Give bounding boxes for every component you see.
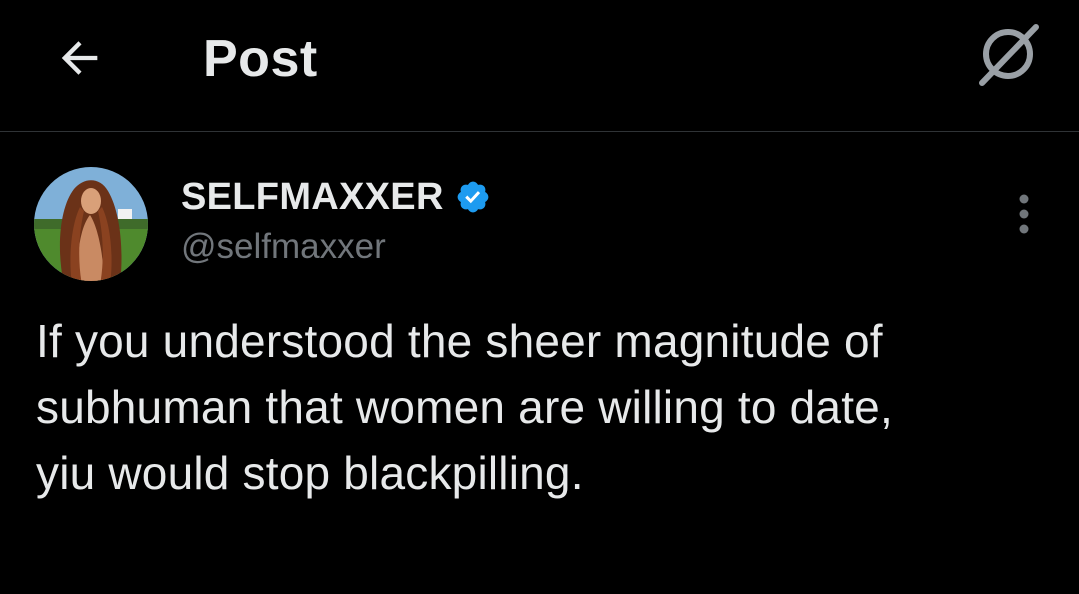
arrow-left-icon bbox=[61, 41, 98, 75]
author-display-name[interactable]: SELFMAXXER bbox=[181, 176, 444, 219]
post-text-line: subhuman that women are willing to date, bbox=[36, 381, 893, 433]
page-title: Post bbox=[203, 30, 318, 88]
grok-button[interactable] bbox=[969, 14, 1049, 94]
profile-photo bbox=[34, 167, 148, 281]
post-text-line: yiu would stop blackpilling. bbox=[36, 447, 584, 499]
more-options-button[interactable] bbox=[1004, 190, 1044, 238]
avatar[interactable] bbox=[34, 167, 148, 281]
post-text-line: If you understood the sheer magnitude of bbox=[36, 315, 883, 367]
back-button[interactable] bbox=[40, 18, 120, 98]
more-vertical-icon bbox=[1019, 194, 1029, 234]
verified-badge-icon[interactable] bbox=[454, 178, 492, 216]
top-bar: Post bbox=[0, 0, 1079, 132]
author-name-row[interactable]: SELFMAXXER bbox=[181, 174, 492, 220]
post-text: If you understood the sheer magnitude of… bbox=[36, 308, 1046, 506]
author-handle[interactable]: @selfmaxxer bbox=[181, 226, 386, 268]
grok-icon bbox=[979, 24, 1039, 86]
